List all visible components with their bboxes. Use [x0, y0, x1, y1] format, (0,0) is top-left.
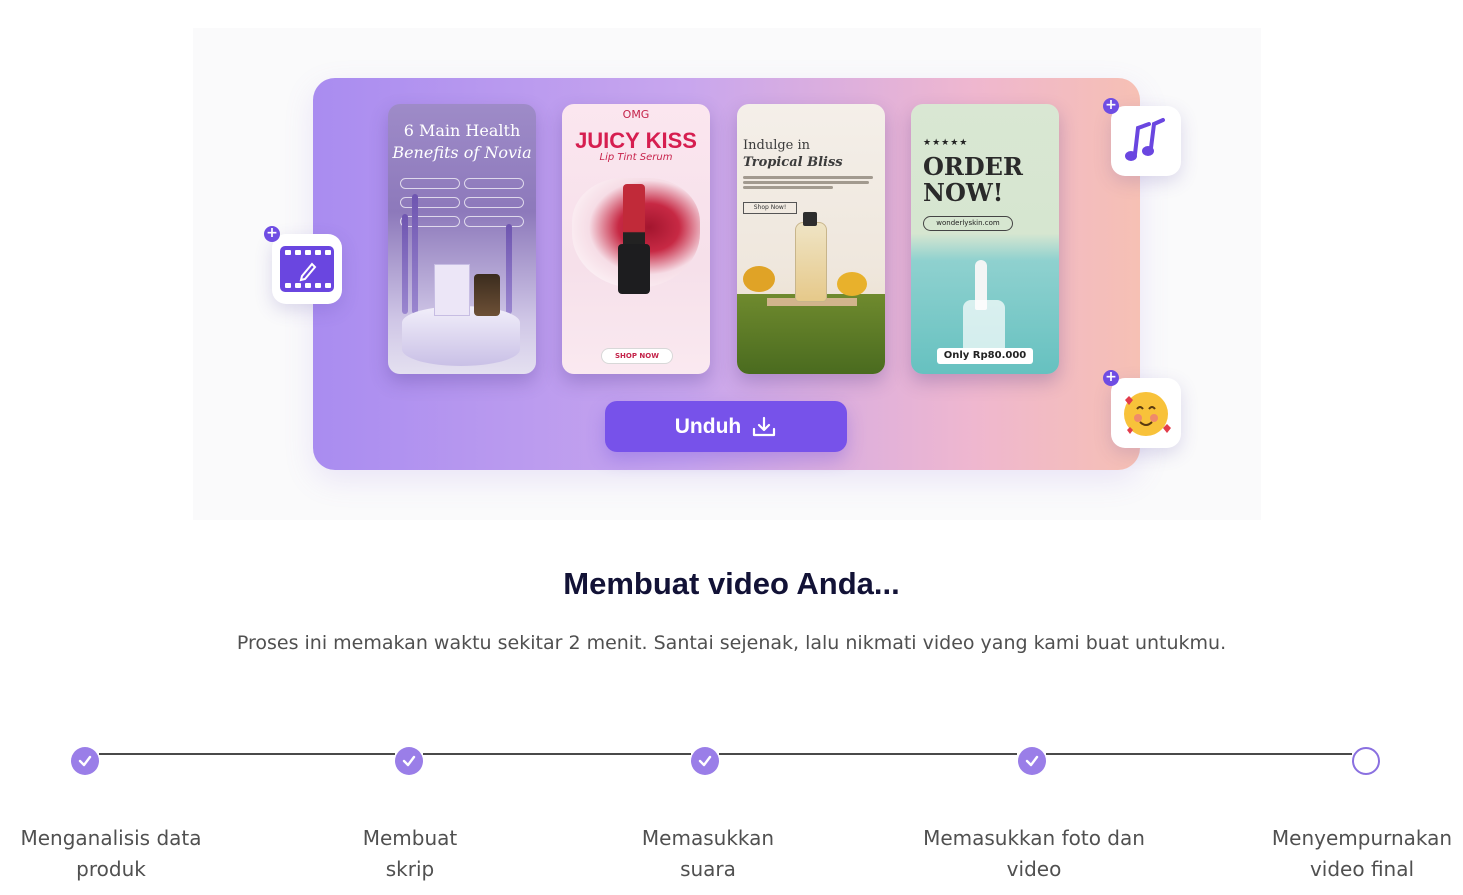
product-jar: [474, 274, 500, 316]
step-complete-icon: [395, 747, 423, 775]
page-title: Membuat video Anda...: [563, 566, 900, 601]
lavender-decoration: [506, 224, 512, 314]
check-icon: [698, 755, 712, 767]
product-bottle: [795, 222, 827, 302]
step-connector: [719, 753, 1017, 755]
step-connector: [1046, 753, 1352, 755]
card-title: ORDER NOW!: [923, 152, 1023, 207]
price-tag: Only Rp80.000: [937, 348, 1033, 364]
template-card-novia[interactable]: 6 Main Health Benefits of Novia: [388, 104, 536, 374]
step-complete-icon: [691, 747, 719, 775]
check-icon: [402, 755, 416, 767]
template-card-order-now[interactable]: ★★★★★ ORDER NOW! wonderlyskin.com Only R…: [911, 104, 1059, 374]
moss-scene: [737, 294, 885, 374]
video-edit-icon: [280, 246, 334, 292]
website-pill: wonderlyskin.com: [923, 216, 1013, 231]
lavender-decoration: [402, 214, 408, 314]
step-connector: [423, 753, 691, 755]
plus-icon: +: [1103, 98, 1119, 114]
shop-now-button: SHOP NOW: [601, 348, 673, 364]
add-sticker-button[interactable]: +: [1103, 370, 1181, 448]
template-card-juicy-kiss[interactable]: OMG JUICY KISS Lip Tint Serum ​ SHOP NOW: [562, 104, 710, 374]
add-video-button[interactable]: +: [264, 226, 342, 304]
lemon-decoration: [743, 266, 775, 292]
step-label-1: Menganalisis data produk: [20, 826, 202, 881]
card-subtitle: Lip Tint Serum: [599, 152, 673, 163]
download-button[interactable]: Unduh: [605, 401, 847, 452]
card-title-line1: Indulge in: [743, 138, 811, 153]
music-notes-icon: [1125, 118, 1165, 161]
bottle-cap: [803, 212, 817, 226]
brand-logo: OMG: [622, 108, 650, 121]
rating-stars: ★★★★★: [923, 138, 969, 148]
lip-tint-cap: [618, 244, 650, 294]
card-title: 6 Main Health Benefits of Novia: [392, 121, 532, 162]
step-connector: [99, 753, 395, 755]
smiling-hearts-emoji-icon: [1124, 392, 1171, 436]
card-title: JUICY KISS: [575, 128, 697, 153]
product-box: [434, 264, 470, 316]
page-subtitle: Proses ini memakan waktu sekitar 2 menit…: [236, 632, 1227, 654]
check-icon: [78, 755, 92, 767]
download-icon: [753, 416, 776, 436]
step-label-3: Memasukkan suara: [641, 826, 775, 881]
card-description-lines: [743, 174, 879, 191]
step-complete-icon: [1018, 747, 1046, 775]
check-icon: [1025, 755, 1039, 767]
lemon-decoration: [837, 272, 867, 296]
card-title-line2: Tropical Bliss: [743, 155, 843, 170]
template-card-tropical-bliss[interactable]: Indulge in Tropical Bliss Shop Now!: [737, 104, 885, 374]
step-label-2: Membuat skrip: [362, 826, 458, 881]
plus-icon: +: [264, 226, 280, 242]
plus-icon: +: [1103, 370, 1119, 386]
step-label-5: Menyempurnakan video final: [1271, 826, 1453, 881]
add-music-button[interactable]: +: [1103, 98, 1181, 176]
shop-now-button: Shop Now!: [743, 202, 797, 214]
step-label-4: Memasukkan foto dan video: [923, 826, 1145, 881]
download-button-label: Unduh: [674, 414, 742, 438]
step-complete-icon: [71, 747, 99, 775]
lavender-decoration: [412, 194, 418, 314]
card-description-lines: ​: [576, 324, 696, 331]
step-loading-icon: [1352, 747, 1380, 775]
